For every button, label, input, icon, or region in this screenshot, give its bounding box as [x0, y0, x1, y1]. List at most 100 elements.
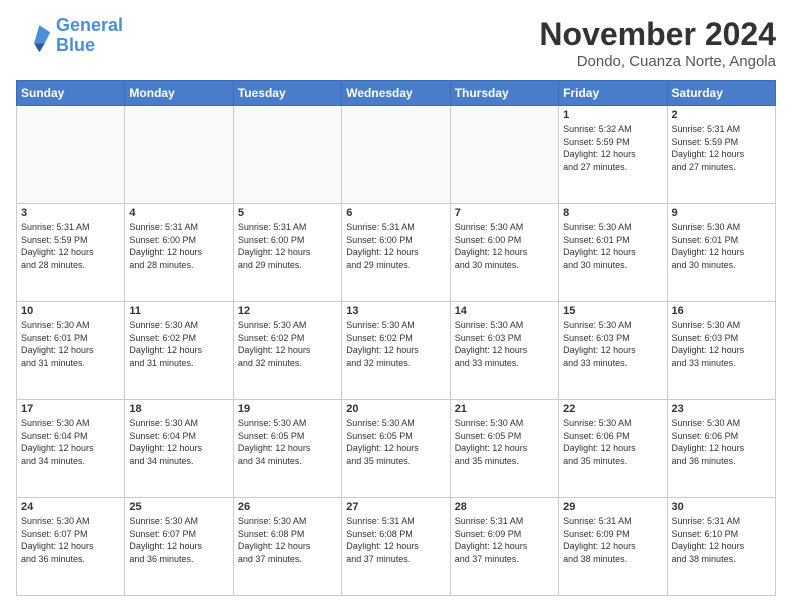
week-row-1: 1 Sunrise: 5:32 AM Sunset: 5:59 PM Daylig… [17, 106, 776, 204]
day-number: 26 [238, 501, 337, 513]
day-number: 21 [455, 403, 554, 415]
header-saturday: Saturday [667, 81, 775, 106]
header-friday: Friday [559, 81, 667, 106]
days-of-week-row: SundayMondayTuesdayWednesdayThursdayFrid… [17, 81, 776, 106]
page-title: November 2024 [539, 16, 776, 53]
calendar-cell-w2-d3: 5Sunrise: 5:31 AM Sunset: 6:00 PM Daylig… [233, 204, 341, 302]
page-subtitle: Dondo, Cuanza Norte, Angola [539, 53, 776, 70]
calendar-cell-w4-d2: 18Sunrise: 5:30 AM Sunset: 6:04 PM Dayli… [125, 400, 233, 498]
week-row-2: 3 Sunrise: 5:31 AM Sunset: 5:59 PM Daylig… [17, 204, 776, 302]
logo-text: General Blue [56, 16, 123, 56]
day-number: 13 [346, 305, 445, 317]
day-number: 6 [346, 207, 445, 219]
day-info: Sunrise: 5:30 AM Sunset: 6:08 PM Dayligh… [238, 515, 337, 565]
day-number: 1 [563, 109, 662, 121]
day-info: Sunrise: 5:30 AM Sunset: 6:06 PM Dayligh… [672, 417, 771, 467]
day-number: 4 [129, 207, 228, 219]
day-info: Sunrise: 5:31 AM Sunset: 6:09 PM Dayligh… [563, 515, 662, 565]
calendar-cell-w3-d7: 16 Sunrise: 5:30 AM Sunset: 6:03 PM Dayli… [667, 302, 775, 400]
day-number: 3 [21, 207, 120, 219]
day-number: 15 [563, 305, 662, 317]
calendar-cell-w5-d5: 28 Sunrise: 5:31 AM Sunset: 6:09 PM Dayli… [450, 498, 558, 596]
calendar-cell-w5-d6: 29 Sunrise: 5:31 AM Sunset: 6:09 PM Dayli… [559, 498, 667, 596]
day-number: 27 [346, 501, 445, 513]
calendar-cell-w2-d6: 8 Sunrise: 5:30 AM Sunset: 6:01 PM Daylig… [559, 204, 667, 302]
calendar-body: 1 Sunrise: 5:32 AM Sunset: 5:59 PM Daylig… [17, 106, 776, 596]
calendar-cell-w1-d1 [17, 106, 125, 204]
day-info: Sunrise: 5:30 AM Sunset: 6:05 PM Dayligh… [455, 417, 554, 467]
day-number: 25 [129, 501, 228, 513]
calendar-cell-w1-d4 [342, 106, 450, 204]
day-number: 22 [563, 403, 662, 415]
day-info: Sunrise: 5:30 AM Sunset: 6:05 PM Dayligh… [238, 417, 337, 467]
day-info: Sunrise: 5:30 AM Sunset: 6:00 PM Dayligh… [455, 221, 554, 271]
logo-general: General [56, 15, 123, 35]
week-row-5: 24 Sunrise: 5:30 AM Sunset: 6:07 PM Dayli… [17, 498, 776, 596]
day-number: 29 [563, 501, 662, 513]
calendar-cell-w4-d6: 22 Sunrise: 5:30 AM Sunset: 6:06 PM Dayli… [559, 400, 667, 498]
day-info: Sunrise: 5:30 AM Sunset: 6:06 PM Dayligh… [563, 417, 662, 467]
day-number: 24 [21, 501, 120, 513]
day-info: Sunrise: 5:31 AM Sunset: 6:00 PM Dayligh… [238, 221, 337, 271]
day-number: 8 [563, 207, 662, 219]
calendar-cell-w1-d7: 2 Sunrise: 5:31 AM Sunset: 5:59 PM Daylig… [667, 106, 775, 204]
day-info: Sunrise: 5:30 AM Sunset: 6:03 PM Dayligh… [455, 319, 554, 369]
calendar-cell-w5-d7: 30Sunrise: 5:31 AM Sunset: 6:10 PM Dayli… [667, 498, 775, 596]
day-number: 9 [672, 207, 771, 219]
calendar-cell-w3-d5: 14 Sunrise: 5:30 AM Sunset: 6:03 PM Dayli… [450, 302, 558, 400]
day-info: Sunrise: 5:31 AM Sunset: 6:08 PM Dayligh… [346, 515, 445, 565]
calendar-cell-w2-d5: 7 Sunrise: 5:30 AM Sunset: 6:00 PM Daylig… [450, 204, 558, 302]
day-info: Sunrise: 5:31 AM Sunset: 6:00 PM Dayligh… [129, 221, 228, 271]
page: General Blue November 2024 Dondo, Cuanza… [0, 0, 792, 612]
calendar-cell-w3-d2: 11Sunrise: 5:30 AM Sunset: 6:02 PM Dayli… [125, 302, 233, 400]
day-number: 2 [672, 109, 771, 121]
header-thursday: Thursday [450, 81, 558, 106]
day-info: Sunrise: 5:30 AM Sunset: 6:02 PM Dayligh… [129, 319, 228, 369]
day-number: 20 [346, 403, 445, 415]
day-number: 23 [672, 403, 771, 415]
calendar-cell-w5-d4: 27 Sunrise: 5:31 AM Sunset: 6:08 PM Dayli… [342, 498, 450, 596]
calendar-cell-w1-d6: 1 Sunrise: 5:32 AM Sunset: 5:59 PM Daylig… [559, 106, 667, 204]
day-number: 12 [238, 305, 337, 317]
header: General Blue November 2024 Dondo, Cuanza… [16, 16, 776, 70]
header-sunday: Sunday [17, 81, 125, 106]
calendar-cell-w2-d2: 4 Sunrise: 5:31 AM Sunset: 6:00 PM Daylig… [125, 204, 233, 302]
day-info: Sunrise: 5:31 AM Sunset: 5:59 PM Dayligh… [672, 123, 771, 173]
calendar-cell-w4-d1: 17Sunrise: 5:30 AM Sunset: 6:04 PM Dayli… [17, 400, 125, 498]
day-info: Sunrise: 5:30 AM Sunset: 6:05 PM Dayligh… [346, 417, 445, 467]
week-row-3: 10 Sunrise: 5:30 AM Sunset: 6:01 PM Dayli… [17, 302, 776, 400]
calendar-cell-w3-d3: 12 Sunrise: 5:30 AM Sunset: 6:02 PM Dayli… [233, 302, 341, 400]
day-number: 14 [455, 305, 554, 317]
calendar-cell-w4-d7: 23 Sunrise: 5:30 AM Sunset: 6:06 PM Dayli… [667, 400, 775, 498]
title-section: November 2024 Dondo, Cuanza Norte, Angol… [539, 16, 776, 70]
calendar-cell-w1-d2 [125, 106, 233, 204]
day-info: Sunrise: 5:30 AM Sunset: 6:07 PM Dayligh… [21, 515, 120, 565]
day-info: Sunrise: 5:31 AM Sunset: 6:10 PM Dayligh… [672, 515, 771, 565]
day-info: Sunrise: 5:31 AM Sunset: 5:59 PM Dayligh… [21, 221, 120, 271]
day-info: Sunrise: 5:32 AM Sunset: 5:59 PM Dayligh… [563, 123, 662, 173]
day-number: 10 [21, 305, 120, 317]
calendar-cell-w5-d2: 25 Sunrise: 5:30 AM Sunset: 6:07 PM Dayli… [125, 498, 233, 596]
calendar-cell-w3-d4: 13Sunrise: 5:30 AM Sunset: 6:02 PM Dayli… [342, 302, 450, 400]
calendar-cell-w5-d1: 24 Sunrise: 5:30 AM Sunset: 6:07 PM Dayli… [17, 498, 125, 596]
calendar-header: SundayMondayTuesdayWednesdayThursdayFrid… [17, 81, 776, 106]
calendar-cell-w5-d3: 26 Sunrise: 5:30 AM Sunset: 6:08 PM Dayli… [233, 498, 341, 596]
day-info: Sunrise: 5:30 AM Sunset: 6:04 PM Dayligh… [129, 417, 228, 467]
day-number: 16 [672, 305, 771, 317]
day-info: Sunrise: 5:30 AM Sunset: 6:03 PM Dayligh… [563, 319, 662, 369]
header-monday: Monday [125, 81, 233, 106]
day-info: Sunrise: 5:30 AM Sunset: 6:01 PM Dayligh… [21, 319, 120, 369]
header-wednesday: Wednesday [342, 81, 450, 106]
day-number: 28 [455, 501, 554, 513]
day-info: Sunrise: 5:30 AM Sunset: 6:01 PM Dayligh… [672, 221, 771, 271]
logo-blue: Blue [56, 35, 95, 55]
calendar-cell-w3-d1: 10 Sunrise: 5:30 AM Sunset: 6:01 PM Dayli… [17, 302, 125, 400]
day-info: Sunrise: 5:30 AM Sunset: 6:07 PM Dayligh… [129, 515, 228, 565]
day-info: Sunrise: 5:30 AM Sunset: 6:02 PM Dayligh… [238, 319, 337, 369]
day-info: Sunrise: 5:30 AM Sunset: 6:03 PM Dayligh… [672, 319, 771, 369]
day-info: Sunrise: 5:30 AM Sunset: 6:01 PM Dayligh… [563, 221, 662, 271]
calendar-cell-w4-d4: 20 Sunrise: 5:30 AM Sunset: 6:05 PM Dayli… [342, 400, 450, 498]
calendar-cell-w4-d5: 21 Sunrise: 5:30 AM Sunset: 6:05 PM Dayli… [450, 400, 558, 498]
day-number: 7 [455, 207, 554, 219]
day-info: Sunrise: 5:31 AM Sunset: 6:09 PM Dayligh… [455, 515, 554, 565]
